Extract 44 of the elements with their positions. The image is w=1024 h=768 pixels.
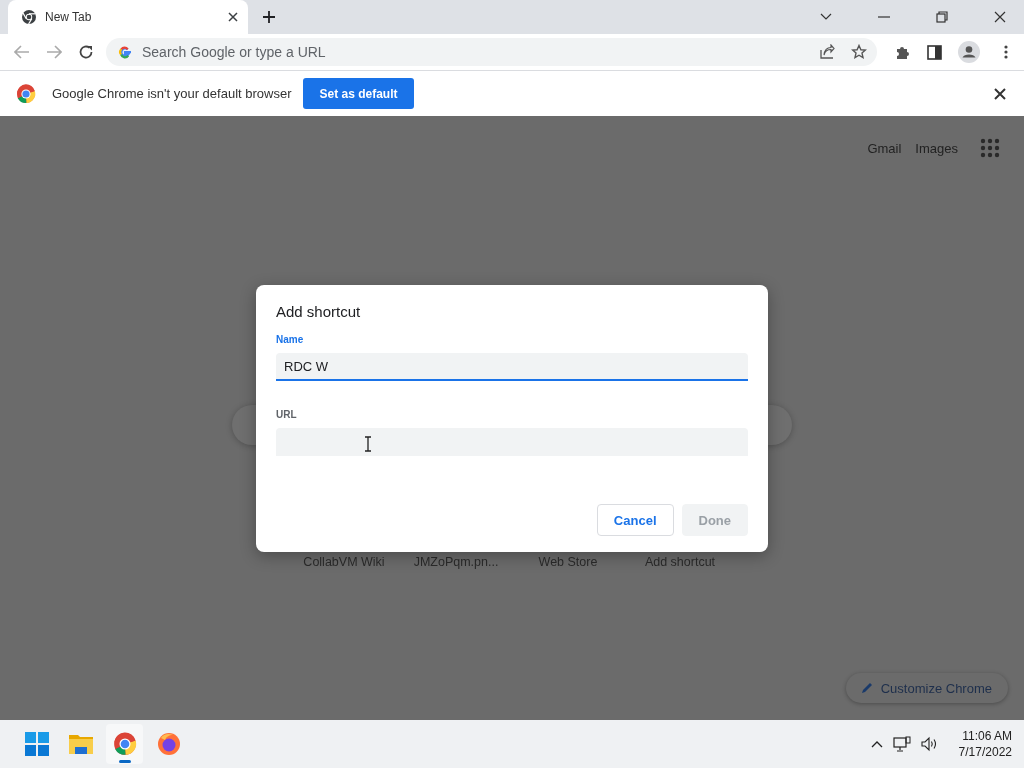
close-icon[interactable]	[228, 12, 238, 22]
field-label: Name	[276, 334, 305, 345]
shortcut-label[interactable]: Add shortcut	[624, 555, 736, 569]
restore-icon[interactable]	[936, 11, 948, 23]
clock-date[interactable]: 7/17/2022	[958, 744, 1012, 760]
pencil-icon	[859, 681, 874, 695]
chrome-icon	[21, 9, 37, 25]
tab-title: New Tab	[45, 10, 93, 24]
puzzle-icon[interactable]	[895, 44, 911, 60]
profile-icon[interactable]	[958, 41, 980, 63]
dialog-title: Add shortcut	[276, 303, 362, 320]
dialog-button[interactable]: Cancel	[596, 504, 674, 536]
chevron-down-icon[interactable]	[820, 13, 832, 21]
field-label: URL	[276, 409, 298, 420]
side-panel-icon[interactable]	[927, 44, 942, 60]
reload-icon[interactable]	[78, 44, 94, 60]
windows-logo-icon	[22, 730, 51, 758]
shortcut-label[interactable]: Web Store	[512, 555, 624, 569]
header-link[interactable]: Images	[915, 140, 958, 156]
customize-button[interactable]: Customize Chrome	[845, 673, 1008, 703]
header-link[interactable]: Gmail	[867, 140, 902, 156]
taskbar-app[interactable]	[106, 724, 143, 764]
text-cursor-icon	[364, 436, 372, 452]
browser-tab[interactable]: New Tab	[8, 0, 248, 34]
new-tab-icon[interactable]	[262, 10, 276, 24]
shortcut-label[interactable]: JMZoPqm.pn...	[400, 555, 512, 569]
set-default-button[interactable]: Set as default	[303, 78, 414, 109]
infobar-message: Google Chrome isn't your default browser	[52, 86, 292, 101]
star-icon[interactable]	[851, 44, 867, 60]
apps-grid-icon[interactable]	[980, 138, 1000, 158]
chrome-logo-icon	[16, 83, 36, 104]
close-icon[interactable]	[994, 87, 1006, 100]
google-icon	[118, 45, 132, 59]
input-field[interactable]	[276, 428, 748, 456]
shortcut-label[interactable]: CollabVM Wiki	[288, 555, 400, 569]
input-field[interactable]: RDC W	[276, 353, 748, 381]
share-icon[interactable]	[819, 44, 835, 60]
clock-time[interactable]: 11:06 AM	[962, 728, 1012, 744]
network-icon[interactable]	[892, 736, 911, 752]
menu-icon[interactable]	[1004, 45, 1008, 59]
chevron-up-icon[interactable]	[870, 740, 883, 748]
address-bar[interactable]: Search Google or type a URL	[106, 38, 877, 66]
close-icon[interactable]	[994, 11, 1006, 23]
speaker-icon[interactable]	[920, 736, 939, 752]
